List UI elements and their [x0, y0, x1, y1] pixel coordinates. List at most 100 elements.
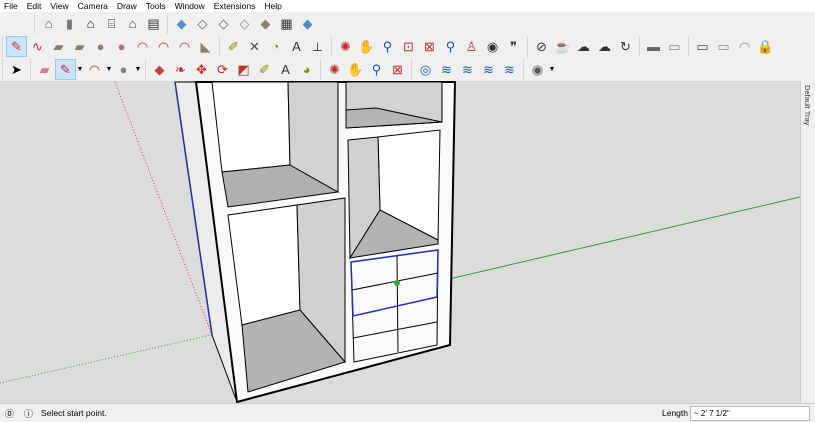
warehouse-icon[interactable]: ☕ [552, 36, 573, 57]
drape-icon[interactable]: ≋ [499, 59, 520, 80]
monochrome-icon[interactable]: ▦ [276, 13, 297, 34]
menu-file[interactable]: File [4, 1, 18, 11]
menu-camera[interactable]: Camera [78, 1, 108, 11]
menu-tools[interactable]: Tools [146, 1, 166, 11]
text-icon[interactable]: A [286, 36, 307, 57]
iso-view-icon[interactable]: ⌂ [38, 13, 59, 34]
dimension-icon[interactable]: ✕ [244, 36, 265, 57]
polygon-icon[interactable]: ● [111, 36, 132, 57]
sandbox-from-scratch-icon[interactable]: ≋ [436, 59, 457, 80]
wireframe-icon[interactable]: ◇ [192, 13, 213, 34]
chevron-down-icon[interactable]: ▼ [76, 66, 84, 73]
toolbar-group: ⊘ ☕ ☁ ☁ ↻ [527, 36, 639, 57]
front-view-icon[interactable]: ⌂ [80, 13, 101, 34]
right-view-icon[interactable]: ⌸ [101, 13, 122, 34]
extension-warehouse-icon[interactable]: ☁ [594, 36, 615, 57]
toolbar-group: ◆ ◇ ◇ ◇ ◆ ▦ ◆ [167, 13, 321, 34]
move-icon[interactable]: ✥ [191, 59, 212, 80]
refresh-icon[interactable]: ↻ [615, 36, 636, 57]
rectangle-icon[interactable]: ▰ [48, 36, 69, 57]
pan-icon[interactable]: ✋ [345, 59, 366, 80]
tape-icon[interactable]: ✐ [254, 59, 275, 80]
arc-icon[interactable]: ◠ [84, 59, 105, 80]
rotated-rectangle-icon[interactable]: ▰ [69, 36, 90, 57]
zoom-extents-icon[interactable]: ⊠ [387, 59, 408, 80]
tape-measure-icon[interactable]: ✐ [223, 36, 244, 57]
text-icon[interactable]: A [275, 59, 296, 80]
green-axis-negative [0, 333, 216, 384]
shaded-icon[interactable]: ◇ [234, 13, 255, 34]
walk-icon[interactable]: ❞ [503, 36, 524, 57]
zoom-icon[interactable]: ⚲ [366, 59, 387, 80]
section-display-icon[interactable]: ▭ [664, 36, 685, 57]
menu-edit[interactable]: Edit [27, 1, 42, 11]
tray-label: Default Tray [803, 85, 812, 126]
menu-draw[interactable]: Draw [117, 1, 137, 11]
push-pull-icon[interactable]: ◆ [149, 59, 170, 80]
zoom-window-icon[interactable]: ⊡ [398, 36, 419, 57]
menu-extensions[interactable]: Extensions [214, 1, 256, 11]
toolbar-group: ◉ ▼ [523, 59, 559, 80]
scale-icon[interactable]: ◩ [233, 59, 254, 80]
user-account-icon[interactable]: ◉ [527, 59, 548, 80]
look-around-icon[interactable]: ◉ [482, 36, 503, 57]
chevron-down-icon[interactable]: ▼ [105, 66, 113, 73]
arc-icon[interactable]: ◠ [132, 36, 153, 57]
help-icon[interactable]: ⓪ [5, 407, 14, 420]
3pt-arc-icon[interactable]: ◠ [174, 36, 195, 57]
pie-icon[interactable]: ◣ [195, 36, 216, 57]
stamp-icon[interactable]: ≋ [478, 59, 499, 80]
measurements-box[interactable]: ~ 2' 7 1/2" [690, 406, 810, 421]
select-icon[interactable]: ➤ [6, 59, 27, 80]
toolbar-row-2: ✎ ∿ ▰ ▰ ● ● ◠ ◠ ◠ ◣ ✐ ✕ ◔ A ⟂ ✺ ✋ ⚲ ⊡ ⊠ ⚲ ♙ ◉ ❞ ⊘ ☕ ☁ ☁ ↻ ▬ ▭ ▭ ▭ ◠ 🔒 [2, 35, 779, 58]
line-icon[interactable]: ✎ [6, 36, 27, 57]
menu-bar: File Edit View Camera Draw Tools Window Extensi… [0, 0, 815, 12]
follow-me-icon[interactable]: ❧ [170, 59, 191, 80]
menu-window[interactable]: Window [175, 1, 205, 11]
chevron-down-icon[interactable]: ▼ [548, 66, 556, 73]
window-ui-icon[interactable]: ▭ [692, 36, 713, 57]
smoove-icon[interactable]: ≋ [457, 59, 478, 80]
status-hint: Select start point. [41, 408, 107, 418]
xray-icon[interactable]: ◆ [171, 13, 192, 34]
back-edges-icon[interactable]: ◆ [297, 13, 318, 34]
default-tray-tab[interactable]: Default Tray [800, 81, 815, 403]
lock-icon[interactable]: 🔒 [755, 36, 776, 57]
model-info-icon[interactable]: ⊘ [531, 36, 552, 57]
top-view-icon[interactable]: ▮ [59, 13, 80, 34]
2pt-arc-icon[interactable]: ◠ [153, 36, 174, 57]
paint-bucket-icon[interactable]: ◕ [296, 59, 317, 80]
toolbar-group: ✺ ✋ ⚲ ⊡ ⊠ ⚲ ♙ ◉ ❞ [331, 36, 527, 57]
sandbox-from-contours-icon[interactable]: ◎ [415, 59, 436, 80]
orbit-icon[interactable]: ✺ [335, 36, 356, 57]
protractor-icon[interactable]: ◔ [265, 36, 286, 57]
pan-icon[interactable]: ✋ [356, 36, 377, 57]
drawing-viewport[interactable] [0, 81, 800, 403]
circle-icon[interactable]: ● [90, 36, 111, 57]
shaded-textures-icon[interactable]: ◆ [255, 13, 276, 34]
back-view-icon[interactable]: ⌂ [122, 13, 143, 34]
zoom-icon[interactable]: ⚲ [377, 36, 398, 57]
green-axis [444, 196, 800, 281]
shadows-icon[interactable]: ◠ [734, 36, 755, 57]
section-plane-icon[interactable]: ▬ [643, 36, 664, 57]
menu-view[interactable]: View [50, 1, 68, 11]
share-model-icon[interactable]: ☁ [573, 36, 594, 57]
toolbar-row-3: ➤ ▰ ✎ ▼ ◠ ▼ ● ▼ ◆ ❧ ✥ ⟳ ◩ ✐ A ◕ ✺ ✋ ⚲ ⊠ ◎ ≋ ≋ ≋ ≋ ◉ ▼ [2, 58, 559, 81]
position-camera-icon[interactable]: ♙ [461, 36, 482, 57]
chevron-down-icon[interactable]: ▼ [134, 66, 142, 73]
orbit-icon[interactable]: ✺ [324, 59, 345, 80]
info-icon[interactable]: ⓘ [24, 407, 33, 420]
rotate-icon[interactable]: ⟳ [212, 59, 233, 80]
circle-icon[interactable]: ● [113, 59, 134, 80]
freehand-icon[interactable]: ∿ [27, 36, 48, 57]
layers-icon[interactable]: ▭ [713, 36, 734, 57]
left-view-icon[interactable]: ▤ [143, 13, 164, 34]
eraser-icon[interactable]: ▰ [34, 59, 55, 80]
zoom-extents-icon[interactable]: ⊠ [419, 36, 440, 57]
line-icon[interactable]: ✎ [55, 59, 76, 80]
menu-help[interactable]: Help [264, 1, 281, 11]
hidden-line-icon[interactable]: ◇ [213, 13, 234, 34]
axes-icon[interactable]: ⟂ [307, 36, 328, 57]
previous-icon[interactable]: ⚲ [440, 36, 461, 57]
